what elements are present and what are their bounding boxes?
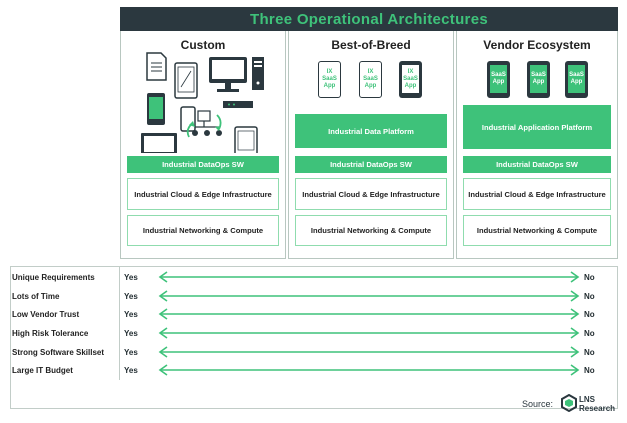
double-arrow-icon — [158, 346, 580, 358]
lns-brand: LNS Research — [579, 395, 615, 413]
double-arrow-icon — [158, 364, 580, 376]
lns-logo-icon — [561, 394, 577, 412]
lns-brand-line1: LNS — [579, 395, 595, 404]
double-arrow-icon — [158, 327, 580, 339]
double-arrow-icon — [158, 271, 580, 283]
lns-brand-line2: Research — [579, 404, 616, 413]
source-label: Source: — [522, 399, 554, 409]
criteria-arrows — [158, 271, 580, 376]
double-arrow-icon — [158, 290, 580, 302]
double-arrow-icon — [158, 308, 580, 320]
